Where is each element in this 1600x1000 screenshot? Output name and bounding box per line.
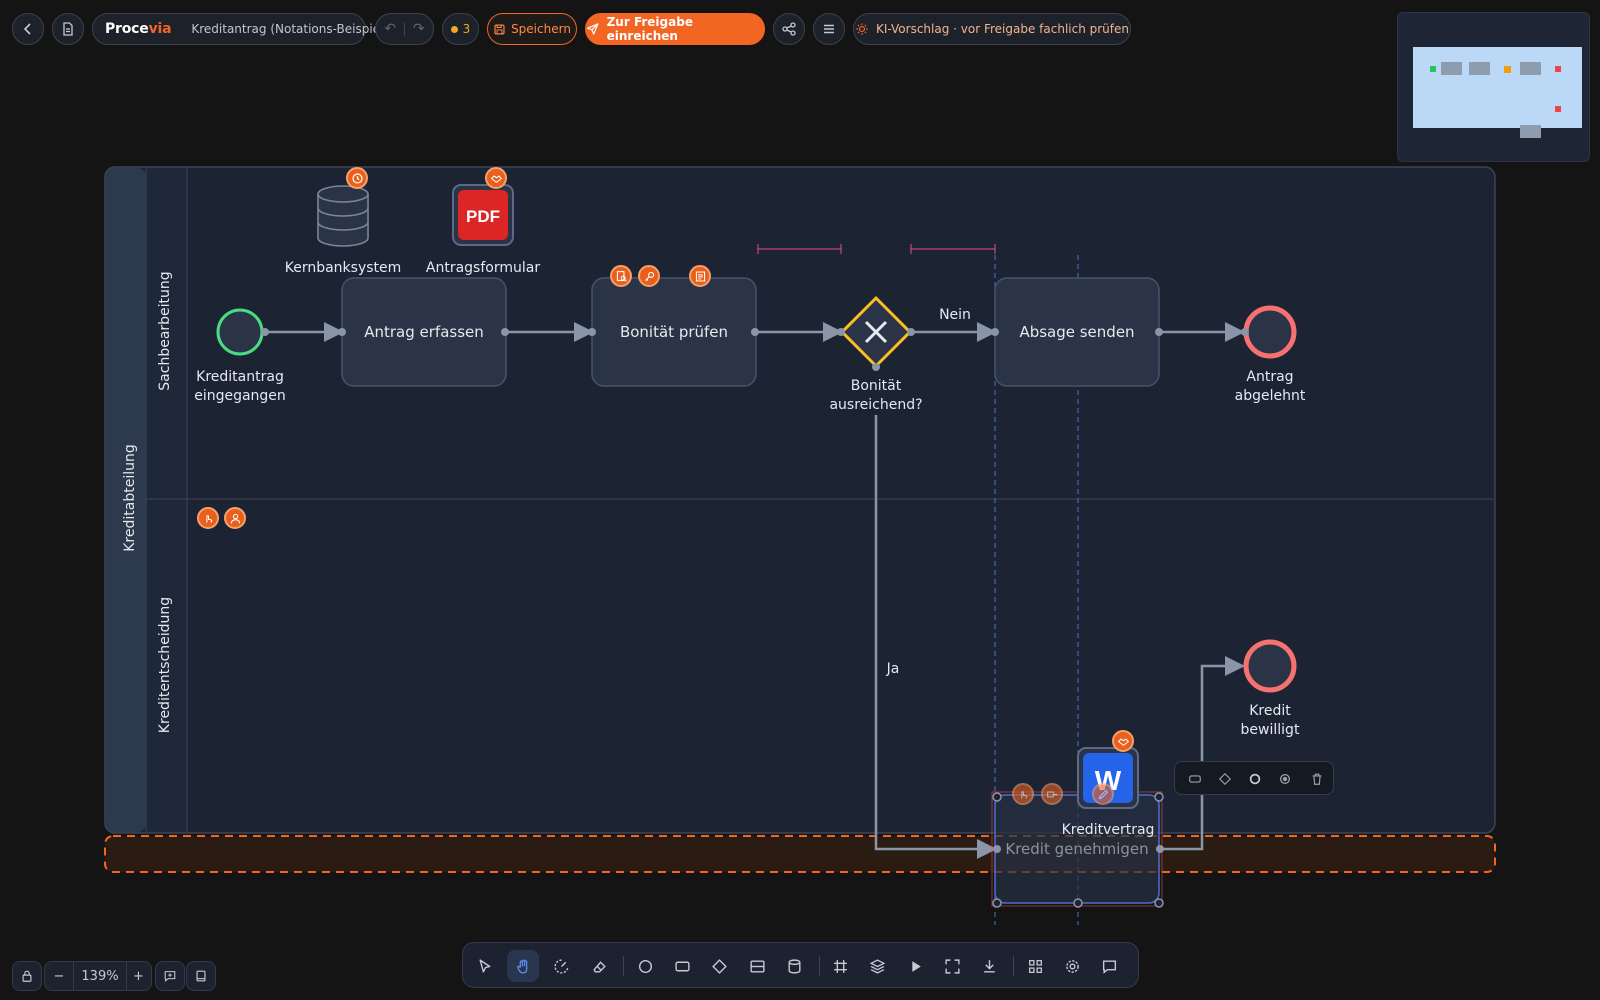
zoom-level[interactable]: 139%: [73, 962, 127, 990]
handshake-badge-icon[interactable]: [1112, 730, 1134, 752]
zoom-control: − 139% +: [44, 961, 152, 991]
delete-element-button[interactable]: [1305, 767, 1329, 791]
key-badge-icon[interactable]: [638, 265, 660, 287]
download-icon: [983, 959, 995, 973]
start-event[interactable]: [216, 308, 264, 356]
end-event-label: Kredit bewilligt: [1240, 703, 1300, 738]
data-store-tool[interactable]: [778, 950, 810, 982]
annotation-button[interactable]: [155, 961, 185, 991]
new-lane-drop-zone[interactable]: [104, 835, 1496, 873]
task-label-selected: Kredit genehmigen: [1005, 840, 1149, 858]
lock-icon: [22, 970, 32, 982]
book-button[interactable]: [186, 961, 216, 991]
form-badge-icon[interactable]: [689, 265, 711, 287]
lane-icon: [749, 959, 765, 973]
task-tool[interactable]: [666, 950, 698, 982]
gateway-label: Bonität ausreichend?: [829, 378, 923, 413]
fit-view-button[interactable]: [936, 950, 968, 982]
lasso-icon: [553, 958, 569, 974]
circle-icon: [1249, 773, 1261, 785]
comments-button[interactable]: [1093, 950, 1125, 982]
change-to-gateway-button[interactable]: [1213, 767, 1237, 791]
apps-icon: [1028, 959, 1042, 973]
settings-icon: [1065, 959, 1079, 973]
lane-title-sachbearbeitung: Sachbearbeitung: [157, 271, 173, 391]
lock-button[interactable]: [12, 961, 42, 991]
circle-icon: [638, 959, 652, 973]
bpmn-canvas[interactable]: PDF W: [0, 0, 1600, 1000]
grid-toggle[interactable]: [824, 950, 856, 982]
hand-tool[interactable]: [507, 950, 539, 982]
simulate-button[interactable]: [899, 950, 931, 982]
fullscreen-icon: [944, 958, 960, 974]
gateway-tool[interactable]: [703, 950, 735, 982]
pool-title: Kreditabteilung: [122, 444, 138, 552]
select-icon: [478, 958, 490, 973]
change-to-end-event-button[interactable]: [1273, 767, 1297, 791]
task-label: Antrag erfassen: [364, 323, 484, 341]
start-event-label: Kreditantrag eingegangen: [194, 369, 286, 404]
lane-tool[interactable]: [741, 950, 773, 982]
edit-badge-icon[interactable]: [1092, 783, 1114, 805]
task-label: Bonität prüfen: [619, 323, 729, 341]
change-to-event-button[interactable]: [1243, 767, 1267, 791]
user-badge-icon[interactable]: [224, 507, 246, 529]
element-context-toolbar: [1174, 761, 1334, 795]
trash-icon: [1312, 773, 1322, 785]
lasso-tool[interactable]: [545, 950, 577, 982]
rectangle-icon: [1189, 775, 1201, 783]
data-store-kernbanksystem[interactable]: [317, 185, 369, 247]
flow-label-ja: Ja: [886, 661, 900, 677]
diamond-icon: [711, 958, 727, 974]
diamond-icon: [1218, 772, 1232, 786]
export-button[interactable]: [973, 950, 1005, 982]
data-object-label: Antragsformular: [425, 260, 541, 276]
comment-add-icon: [164, 971, 176, 982]
comment-icon: [1102, 959, 1116, 974]
zoom-in-button[interactable]: +: [125, 962, 152, 990]
layers-button[interactable]: [861, 950, 893, 982]
end-event-icon: [1279, 773, 1291, 785]
handshake-badge-icon[interactable]: [485, 167, 507, 189]
lane-title-kreditentscheidung: Kreditentscheidung: [157, 596, 173, 734]
pdf-icon-text: PDF: [466, 207, 500, 226]
touch-badge-icon[interactable]: [1012, 783, 1034, 805]
database-icon: [787, 958, 801, 974]
settings-button[interactable]: [1056, 950, 1088, 982]
data-object-label: Kreditvertrag: [1061, 822, 1155, 838]
end-event-abgelehnt[interactable]: [1243, 305, 1297, 359]
timer-badge-icon[interactable]: [346, 167, 368, 189]
select-tool[interactable]: [469, 950, 501, 982]
zoom-out-button[interactable]: −: [45, 962, 73, 990]
eraser-icon: [592, 960, 606, 973]
layers-icon: [869, 958, 885, 974]
document-search-badge-icon[interactable]: [610, 265, 632, 287]
end-event-bewilligt[interactable]: [1243, 639, 1297, 693]
flow-label-nein: Nein: [939, 307, 971, 323]
bottom-tool-palette: [462, 942, 1139, 988]
apps-button[interactable]: [1019, 950, 1051, 982]
event-tool[interactable]: [629, 950, 661, 982]
book-icon: [196, 970, 206, 982]
connector-badge-icon[interactable]: [1041, 783, 1063, 805]
end-event-label: Antrag abgelehnt: [1234, 369, 1306, 404]
change-to-task-button[interactable]: [1183, 767, 1207, 791]
touch-badge-icon[interactable]: [197, 507, 219, 529]
grid-icon: [833, 959, 847, 973]
task-label: Absage senden: [1019, 323, 1135, 341]
rectangle-icon: [674, 961, 690, 971]
hand-icon: [516, 958, 527, 974]
play-icon: [911, 960, 921, 972]
eraser-tool[interactable]: [583, 950, 615, 982]
data-store-label: Kernbanksystem: [284, 260, 402, 276]
